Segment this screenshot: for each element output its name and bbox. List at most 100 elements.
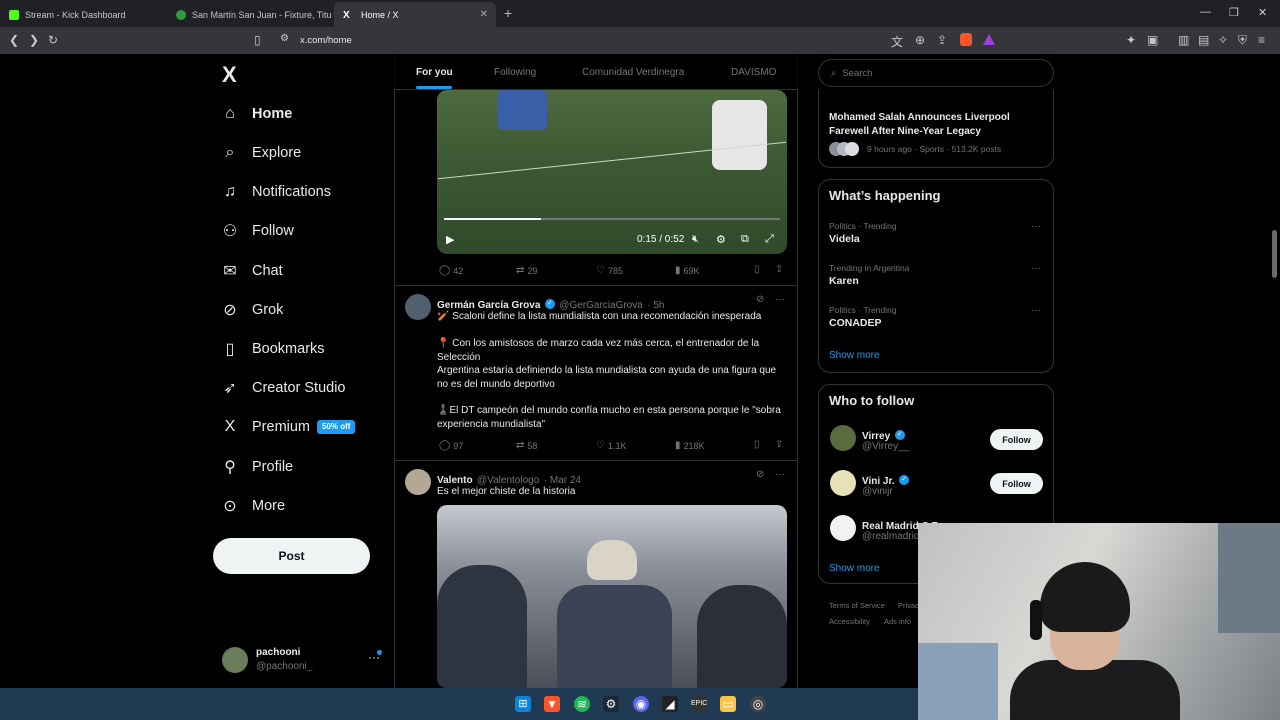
nav-chat[interactable]: ✉ Chat bbox=[220, 256, 282, 286]
like-button[interactable]: ♡ 1.1K bbox=[596, 440, 626, 451]
views-button[interactable]: ▮ 69K bbox=[675, 265, 700, 276]
post-more-icon[interactable]: ··· bbox=[775, 294, 785, 305]
avatar[interactable] bbox=[405, 469, 431, 495]
nav-notifications[interactable]: ♫ Notifications bbox=[220, 177, 331, 207]
discord-icon[interactable]: ◉ bbox=[633, 696, 649, 712]
app-icon[interactable]: ◢ bbox=[662, 696, 678, 712]
nav-creator-studio[interactable]: ➶ Creator Studio bbox=[220, 373, 345, 403]
extensions-icon[interactable]: ✦ bbox=[1126, 33, 1136, 47]
premium-discount-badge[interactable]: 50% off bbox=[317, 420, 356, 434]
browser-tab-x-home[interactable]: X Home / X ✕ bbox=[334, 2, 496, 27]
menu-icon[interactable]: ≡ bbox=[1258, 33, 1265, 47]
back-icon[interactable]: ❮ bbox=[9, 33, 19, 47]
fullscreen-icon[interactable]: ⤢ bbox=[765, 233, 774, 246]
repost-button[interactable]: ⇄ 58 bbox=[516, 440, 537, 451]
browser-tab-sanmartin[interactable]: San Martín San Juan - Fixture, Titulos bbox=[167, 2, 332, 27]
nav-home[interactable]: ⌂ Home bbox=[220, 99, 292, 129]
obs-icon[interactable]: ◎ bbox=[750, 696, 766, 712]
footer-link[interactable]: Terms of Service bbox=[829, 601, 885, 610]
like-button[interactable]: ♡ 785 bbox=[596, 265, 623, 276]
epic-games-icon[interactable]: EPIC bbox=[691, 696, 707, 712]
site-info-icon[interactable]: ⚙ bbox=[280, 33, 289, 44]
nav-more[interactable]: ⊙ More bbox=[220, 491, 285, 521]
nav-bookmarks[interactable]: ▯ Bookmarks bbox=[220, 334, 325, 364]
share-post-button[interactable]: ⇪ bbox=[775, 439, 786, 450]
search-input[interactable]: ⌕ Search bbox=[818, 59, 1054, 87]
steam-icon[interactable]: ⚙ bbox=[603, 696, 619, 712]
brave-icon[interactable]: ▼ bbox=[544, 696, 560, 712]
tab-search-icon[interactable]: ▤ bbox=[1198, 33, 1209, 47]
minimize-icon[interactable]: — bbox=[1200, 6, 1211, 18]
url-text[interactable]: x.com/home bbox=[300, 35, 352, 46]
translate-icon[interactable]: 文 bbox=[891, 33, 903, 50]
nav-explore[interactable]: ⌕ Explore bbox=[220, 138, 302, 168]
settings-icon[interactable]: ⚙ bbox=[716, 233, 726, 246]
trend-more-icon[interactable]: ··· bbox=[1031, 221, 1041, 232]
views-button[interactable]: ▮ 218K bbox=[675, 440, 705, 451]
trend-name[interactable]: CONADEP bbox=[829, 317, 882, 329]
nav-profile[interactable]: ⚲ Profile bbox=[220, 452, 293, 482]
zoom-icon[interactable]: ⊕ bbox=[915, 33, 925, 47]
file-explorer-icon[interactable]: ▭ bbox=[720, 696, 736, 712]
grok-post-icon[interactable]: ⊘ bbox=[756, 294, 764, 305]
avatar[interactable] bbox=[830, 470, 856, 496]
forward-icon[interactable]: ❯ bbox=[29, 33, 39, 47]
new-tab-button[interactable]: + bbox=[504, 5, 512, 21]
brave-rewards-icon[interactable] bbox=[983, 34, 995, 45]
play-icon[interactable]: ▶ bbox=[446, 233, 454, 246]
wallet-icon[interactable]: ▣ bbox=[1147, 33, 1158, 47]
video-player[interactable] bbox=[437, 90, 787, 254]
bookmark-page-icon[interactable]: ▯ bbox=[254, 33, 261, 47]
nav-grok[interactable]: ⊘ Grok bbox=[220, 295, 283, 325]
close-tab-icon[interactable]: ✕ bbox=[480, 9, 488, 20]
share-post-button[interactable]: ⇪ bbox=[775, 264, 786, 275]
reply-button[interactable]: ◯ 42 bbox=[439, 265, 463, 276]
spotify-icon[interactable]: ≋ bbox=[574, 696, 590, 712]
grok-post-icon[interactable]: ⊘ bbox=[756, 469, 764, 480]
page-scrollbar[interactable] bbox=[1272, 230, 1277, 278]
footer-link[interactable]: Accessibility bbox=[829, 617, 870, 626]
bookmark-button[interactable]: ▯ bbox=[754, 439, 763, 450]
footer-link[interactable]: Ads info bbox=[884, 617, 911, 626]
news-headline[interactable]: Mohamed Salah Announces Liverpool Farewe… bbox=[829, 111, 1039, 138]
reply-button[interactable]: ◯ 97 bbox=[439, 440, 463, 451]
show-more-trends[interactable]: Show more bbox=[829, 350, 880, 361]
post-image[interactable] bbox=[437, 505, 787, 688]
leo-ai-icon[interactable]: ✧ bbox=[1218, 33, 1228, 47]
show-more-follow[interactable]: Show more bbox=[829, 563, 880, 574]
trend-more-icon[interactable]: ··· bbox=[1031, 263, 1041, 274]
reload-icon[interactable]: ↻ bbox=[48, 33, 58, 47]
avatar[interactable] bbox=[830, 515, 856, 541]
sidebar-toggle-icon[interactable]: ▥ bbox=[1178, 33, 1189, 47]
tab-davismo[interactable]: DAVISMO bbox=[731, 67, 776, 78]
trend-name[interactable]: Karen bbox=[829, 275, 859, 287]
windows-start-icon[interactable]: ⊞ bbox=[515, 696, 531, 712]
brave-shield-icon[interactable] bbox=[960, 33, 972, 46]
tab-comunidad-verdinegra[interactable]: Comunidad Verdinegra bbox=[582, 67, 684, 78]
profile-handle[interactable]: @pachooni_ bbox=[256, 661, 312, 672]
vpn-icon[interactable]: ⛨ bbox=[1238, 33, 1247, 48]
x-logo[interactable]: X bbox=[222, 62, 237, 88]
trend-more-icon[interactable]: ··· bbox=[1031, 305, 1041, 316]
share-icon[interactable]: ⇪ bbox=[937, 33, 947, 47]
post-more-icon[interactable]: ··· bbox=[775, 469, 785, 480]
close-window-icon[interactable]: ✕ bbox=[1258, 6, 1267, 19]
repost-button[interactable]: ⇄ 29 bbox=[516, 265, 537, 276]
tab-for-you[interactable]: For you bbox=[416, 67, 453, 78]
pip-icon[interactable]: ⧉ bbox=[741, 233, 749, 246]
post-button[interactable]: Post bbox=[213, 538, 370, 574]
avatar[interactable] bbox=[830, 425, 856, 451]
avatar[interactable] bbox=[405, 294, 431, 320]
nav-premium[interactable]: X Premium bbox=[220, 412, 310, 442]
follow-button[interactable]: Follow bbox=[990, 473, 1043, 494]
nav-follow[interactable]: ⚇ Follow bbox=[220, 216, 294, 246]
browser-tab-kick[interactable]: Stream - Kick Dashboard bbox=[0, 2, 165, 27]
follow-button[interactable]: Follow bbox=[990, 429, 1043, 450]
avatar[interactable] bbox=[222, 647, 248, 673]
tab-following[interactable]: Following bbox=[494, 67, 536, 78]
mute-icon[interactable]: 🔇︎ bbox=[692, 233, 699, 246]
trend-name[interactable]: Videla bbox=[829, 233, 860, 245]
maximize-icon[interactable]: ❐ bbox=[1229, 6, 1239, 19]
bookmark-button[interactable]: ▯ bbox=[754, 264, 763, 275]
profile-name[interactable]: pachooni bbox=[256, 647, 300, 658]
